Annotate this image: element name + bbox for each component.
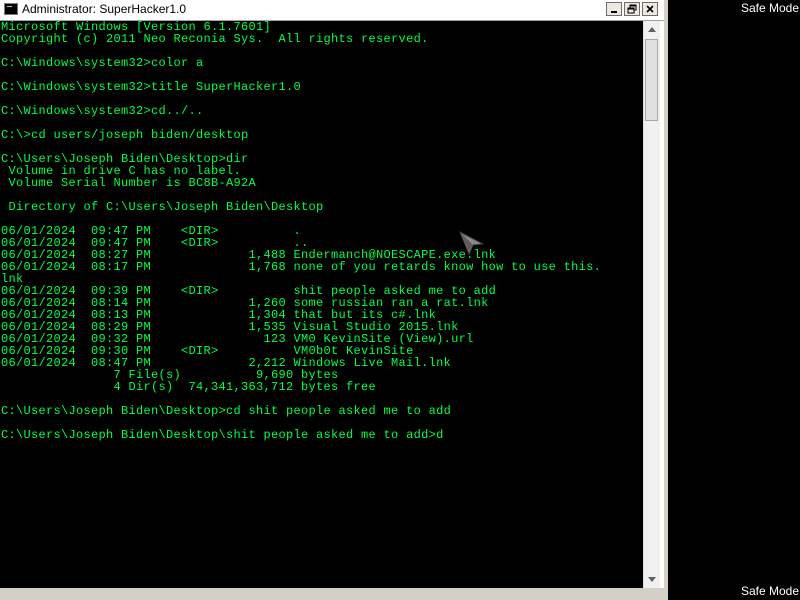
scroll-up-button[interactable] [644,21,660,37]
scroll-down-button[interactable] [644,572,660,588]
console-text: Microsoft Windows [Version 6.1.7601] Copy… [1,21,601,441]
maximize-button[interactable] [624,2,640,16]
console-output-area[interactable]: Microsoft Windows [Version 6.1.7601] Copy… [0,21,643,588]
console-line: 4 Dir(s) 74,341,363,712 bytes free [1,380,377,394]
safe-mode-label-bottom: Safe Mode [740,584,799,598]
close-button[interactable] [642,2,658,16]
scroll-up-arrow-icon [648,27,656,32]
console-line: C:\Windows\system32>color a [1,56,204,70]
console-line: Directory of C:\Users\Joseph Biden\Deskt… [1,200,324,214]
console-line: Volume Serial Number is BC8B-A92A [1,176,257,190]
console-line: C:\>cd users/joseph biden/desktop [1,128,249,142]
scroll-thumb[interactable] [645,39,658,121]
close-icon [646,5,654,13]
console-line: C:\Windows\system32>cd../.. [1,104,204,118]
mouse-pointer-icon [459,230,485,256]
window-title: Administrator: SuperHacker1.0 [22,2,187,16]
vertical-scrollbar[interactable] [643,21,660,588]
console-line: C:\Users\Joseph Biden\Desktop>cd shit pe… [1,404,452,418]
console-line: C:\Windows\system32>title SuperHacker1.0 [1,80,302,94]
safe-mode-label-top: Safe Mode [740,1,799,15]
window-bottom-frame [0,588,664,600]
console-line: 06/01/2024 08:17 PM 1,768 none of you re… [1,260,602,274]
restore-icon [627,4,637,14]
cmd-icon [4,3,18,15]
scroll-down-arrow-icon [648,577,656,582]
command-prompt-window[interactable]: Administrator: SuperHacker1.0 Microsoft … [0,0,668,600]
console-line: C:\Users\Joseph Biden\Desktop\shit peopl… [1,428,444,442]
minimize-icon [611,11,617,13]
title-bar[interactable]: Administrator: SuperHacker1.0 [0,0,664,21]
desktop: Administrator: SuperHacker1.0 Microsoft … [0,0,800,600]
console-line: Copyright (c) 2011 Neo Reconia Sys. All … [1,32,429,46]
minimize-button[interactable] [606,2,622,16]
